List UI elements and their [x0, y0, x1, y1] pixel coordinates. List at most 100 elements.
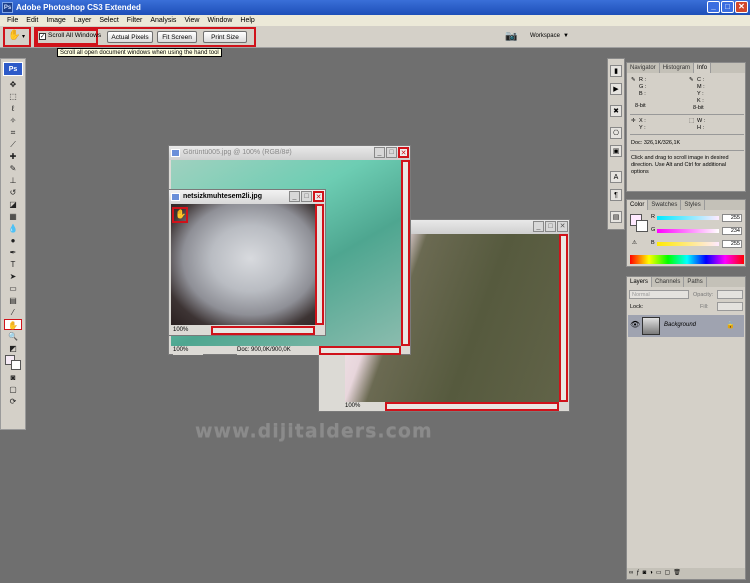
chevron-down-icon[interactable]: ▾ — [22, 33, 25, 40]
menu-help[interactable]: Help — [236, 17, 258, 24]
doc1-horizontal-scrollbar[interactable] — [319, 346, 401, 355]
hand-tool-icon[interactable]: ✋ — [4, 319, 22, 330]
imageready-icon[interactable]: ⟳ — [4, 396, 22, 407]
actions-panel-icon[interactable]: ▶ — [610, 83, 622, 95]
dodge-tool-icon[interactable]: ● — [4, 235, 22, 246]
camera-icon[interactable]: 📷 — [505, 31, 517, 42]
screen-mode-icon[interactable]: ▢ — [4, 384, 22, 395]
slice-tool-icon[interactable]: ⟋ — [4, 139, 22, 150]
stamp-tool-icon[interactable]: ⊥ — [4, 175, 22, 186]
close-button[interactable]: ✕ — [735, 1, 748, 13]
doc2-zoom[interactable]: 100% — [173, 326, 203, 335]
tab-histogram[interactable]: Histogram — [660, 63, 695, 73]
tab-styles[interactable]: Styles — [681, 200, 705, 210]
blur-tool-icon[interactable]: 💧 — [4, 223, 22, 234]
menu-window[interactable]: Window — [203, 17, 236, 24]
color-g-slider[interactable] — [657, 229, 719, 233]
doc3-zoom[interactable]: 100% — [345, 402, 385, 411]
menu-select[interactable]: Select — [95, 17, 122, 24]
history-brush-tool-icon[interactable]: ↺ — [4, 187, 22, 198]
print-size-button[interactable]: Print Size — [203, 31, 247, 43]
lasso-tool-icon[interactable]: ℓ — [4, 103, 22, 114]
tab-navigator[interactable]: Navigator — [627, 63, 660, 73]
magic-wand-tool-icon[interactable]: ✧ — [4, 115, 22, 126]
doc3-horizontal-scrollbar[interactable] — [385, 402, 559, 411]
menu-filter[interactable]: Filter — [123, 17, 147, 24]
tab-channels[interactable]: Channels — [652, 277, 685, 287]
fill-field[interactable] — [717, 302, 743, 311]
brush-tool-icon[interactable]: ✎ — [4, 163, 22, 174]
color-r-value[interactable]: 255 — [722, 214, 742, 222]
tab-info[interactable]: Info — [694, 63, 712, 73]
tab-color[interactable]: Color — [627, 200, 649, 210]
minimize-button[interactable]: _ — [707, 1, 720, 13]
doc3-close-button[interactable]: ✕ — [557, 221, 568, 232]
workspace-chevron-icon[interactable]: ▼ — [563, 33, 569, 39]
hand-icon[interactable]: ✋ — [8, 30, 20, 41]
color-b-slider[interactable] — [657, 242, 719, 246]
quick-mask-icon[interactable]: ◙ — [4, 372, 22, 383]
doc1-maximize-button[interactable]: □ — [386, 147, 397, 158]
new-layer-icon[interactable]: ▢ — [665, 570, 674, 576]
eraser-tool-icon[interactable]: ◪ — [4, 199, 22, 210]
menu-image[interactable]: Image — [42, 17, 69, 24]
doc1-minimize-button[interactable]: _ — [374, 147, 385, 158]
fit-screen-button[interactable]: Fit Screen — [157, 31, 197, 43]
tab-layers[interactable]: Layers — [627, 277, 653, 287]
pen-tool-icon[interactable]: ✒ — [4, 247, 22, 258]
paragraph-panel-icon[interactable]: ¶ — [610, 189, 622, 201]
color-swatches[interactable] — [3, 355, 23, 371]
marquee-tool-icon[interactable]: ⬚ — [4, 91, 22, 102]
menu-layer[interactable]: Layer — [70, 17, 96, 24]
type-tool-icon[interactable]: T — [4, 259, 22, 270]
doc1-vertical-scrollbar[interactable] — [401, 160, 410, 346]
adjustment-layer-icon[interactable]: ◑ — [649, 570, 656, 576]
layer-row-background[interactable]: 👁 Background 🔒 — [628, 315, 744, 337]
history-panel-icon[interactable]: ⎔ — [610, 127, 622, 139]
layer-comps-icon[interactable]: ▤ — [610, 211, 622, 223]
color-b-value[interactable]: 255 — [722, 240, 742, 248]
doc3-minimize-button[interactable]: _ — [533, 221, 544, 232]
new-group-icon[interactable]: ▭ — [656, 570, 665, 576]
doc3-maximize-button[interactable]: □ — [545, 221, 556, 232]
eyedropper-tool-icon[interactable]: ⁄ — [4, 307, 22, 318]
color-g-value[interactable]: 234 — [722, 227, 742, 235]
menu-view[interactable]: View — [180, 17, 203, 24]
doc2-horizontal-scrollbar[interactable] — [211, 326, 315, 335]
doc1-zoom[interactable]: 100% — [173, 346, 203, 355]
actual-pixels-button[interactable]: Actual Pixels — [107, 31, 153, 43]
menu-file[interactable]: File — [3, 17, 22, 24]
healing-tool-icon[interactable]: ✚ — [4, 151, 22, 162]
clone-source-icon[interactable]: ▣ — [610, 145, 622, 157]
blend-mode-select[interactable]: Normal — [629, 290, 689, 299]
crop-tool-icon[interactable]: ⌗ — [4, 127, 22, 138]
scroll-all-windows-checkbox[interactable]: ✓ — [39, 33, 46, 40]
tab-swatches[interactable]: Swatches — [648, 200, 682, 210]
color-background-swatch[interactable] — [636, 220, 648, 232]
workspace-menu[interactable]: Workspace — [530, 33, 560, 39]
opacity-field[interactable] — [717, 290, 743, 299]
color-r-slider[interactable] — [657, 216, 719, 220]
tab-paths[interactable]: Paths — [684, 277, 707, 287]
character-panel-icon[interactable]: A — [610, 171, 622, 183]
doc2-minimize-button[interactable]: _ — [289, 191, 300, 202]
doc1-close-button[interactable]: ✕ — [398, 147, 409, 158]
doc2-maximize-button[interactable]: □ — [301, 191, 312, 202]
gradient-tool-icon[interactable]: ▦ — [4, 211, 22, 222]
document-window-2[interactable]: netsizkmuhtesem2li.jpg _ □ ✕ ✋ 100% — [168, 189, 326, 336]
menu-analysis[interactable]: Analysis — [146, 17, 180, 24]
default-colors-icon[interactable]: ◩ — [4, 343, 22, 354]
move-tool-icon[interactable]: ✥ — [4, 79, 22, 90]
background-color[interactable] — [11, 360, 21, 370]
brushes-panel-icon[interactable]: ▮ — [610, 65, 622, 77]
notes-tool-icon[interactable]: ▤ — [4, 295, 22, 306]
doc2-close-button[interactable]: ✕ — [313, 191, 324, 202]
color-spectrum-ramp[interactable] — [630, 255, 744, 264]
maximize-button[interactable]: □ — [721, 1, 734, 13]
tool-presets-icon[interactable]: ✖ — [610, 105, 622, 117]
delete-layer-icon[interactable]: 🗑 — [673, 570, 684, 576]
menu-edit[interactable]: Edit — [22, 17, 42, 24]
zoom-tool-icon[interactable]: 🔍 — [4, 331, 22, 342]
doc3-vertical-scrollbar[interactable] — [559, 234, 568, 402]
eye-icon[interactable]: 👁 — [630, 320, 640, 329]
